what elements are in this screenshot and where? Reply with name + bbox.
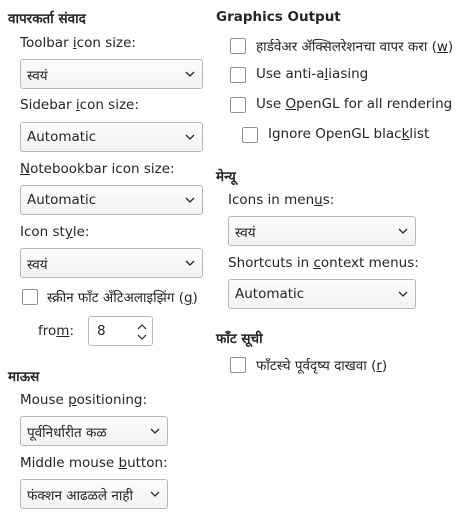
- sidebar-icon-size-label: Sidebar icon size:: [20, 97, 139, 113]
- icons-in-menus-label: Icons in menus:: [228, 192, 335, 208]
- middle-mouse-button-label: Middle mouse button:: [20, 455, 168, 471]
- chevron-down-icon: [184, 194, 196, 206]
- from-spinbox[interactable]: 8: [88, 316, 153, 346]
- chevron-down-icon: [184, 68, 196, 80]
- chevron-down-icon: [397, 225, 409, 237]
- chevron-down-icon: [149, 425, 161, 437]
- icons-in-menus-combo[interactable]: स्वयं: [228, 216, 416, 246]
- opengl-label: Use OpenGL for all rendering: [256, 96, 453, 112]
- sidebar-icon-size-value: Automatic: [27, 129, 97, 145]
- notebookbar-icon-size-combo[interactable]: Automatic: [20, 185, 203, 215]
- hardware-acceleration-label: हार्डवेअर ॲक्सिलरेशनचा वापर करा (w): [256, 39, 454, 55]
- opengl-checkbox[interactable]: [230, 97, 246, 113]
- screen-font-antialiasing-checkbox[interactable]: [22, 289, 38, 305]
- icon-style-combo[interactable]: स्वयं: [20, 248, 203, 278]
- notebookbar-icon-size-value: Automatic: [27, 192, 97, 208]
- font-preview-label: फाँटस्चे पूर्वदृष्य दाखवा (r): [256, 358, 388, 374]
- anti-aliasing-checkbox[interactable]: [230, 67, 246, 83]
- mouse-heading: माऊस: [8, 369, 40, 385]
- mouse-positioning-label: Mouse positioning:: [20, 392, 147, 408]
- sidebar-icon-size-combo[interactable]: Automatic: [20, 122, 203, 152]
- opengl-blacklist-label: Ignore OpenGL blacklist: [268, 126, 430, 142]
- from-label: from:: [38, 323, 74, 339]
- screen-font-antialiasing-label: स्क्रीन फॉंट अँटिअलाइझिंग (g): [47, 290, 198, 306]
- spin-arrows-icon[interactable]: [136, 321, 148, 343]
- anti-aliasing-label: Use anti-aliasing: [256, 66, 369, 82]
- icon-style-value: स्वयं: [27, 257, 48, 273]
- user-interface-heading: वापरकर्ता संवाद: [8, 11, 86, 27]
- shortcuts-in-context-menus-combo[interactable]: Automatic: [228, 279, 416, 309]
- mouse-positioning-value: पूर्वनिर्धारीत कळ: [27, 425, 107, 441]
- toolbar-icon-size-label: Toolbar icon size:: [20, 35, 136, 51]
- mouse-positioning-combo[interactable]: पूर्वनिर्धारीत कळ: [20, 416, 168, 446]
- middle-mouse-button-value: फंक्शन आढळले नाही: [27, 488, 133, 504]
- opengl-blacklist-checkbox[interactable]: [242, 127, 258, 143]
- toolbar-icon-size-value: स्वयं: [27, 68, 48, 84]
- menu-heading: मेन्यू: [216, 169, 236, 185]
- chevron-down-icon: [184, 131, 196, 143]
- notebookbar-icon-size-label: Notebookbar icon size:: [20, 161, 175, 177]
- hardware-acceleration-checkbox[interactable]: [230, 38, 246, 54]
- from-value: 8: [97, 323, 106, 339]
- icon-style-label: Icon style:: [20, 224, 90, 240]
- middle-mouse-button-combo[interactable]: फंक्शन आढळले नाही: [20, 479, 168, 509]
- font-preview-checkbox[interactable]: [230, 357, 246, 373]
- shortcuts-in-context-menus-value: Automatic: [235, 286, 305, 302]
- font-lists-heading: फाँट सूची: [216, 331, 263, 347]
- toolbar-icon-size-combo[interactable]: स्वयं: [20, 59, 203, 89]
- chevron-down-icon: [184, 257, 196, 269]
- chevron-down-icon: [149, 488, 161, 500]
- chevron-down-icon: [397, 288, 409, 300]
- graphics-output-heading: Graphics Output: [216, 9, 341, 25]
- shortcuts-in-context-menus-label: Shortcuts in context menus:: [228, 255, 419, 271]
- icons-in-menus-value: स्वयं: [235, 225, 256, 241]
